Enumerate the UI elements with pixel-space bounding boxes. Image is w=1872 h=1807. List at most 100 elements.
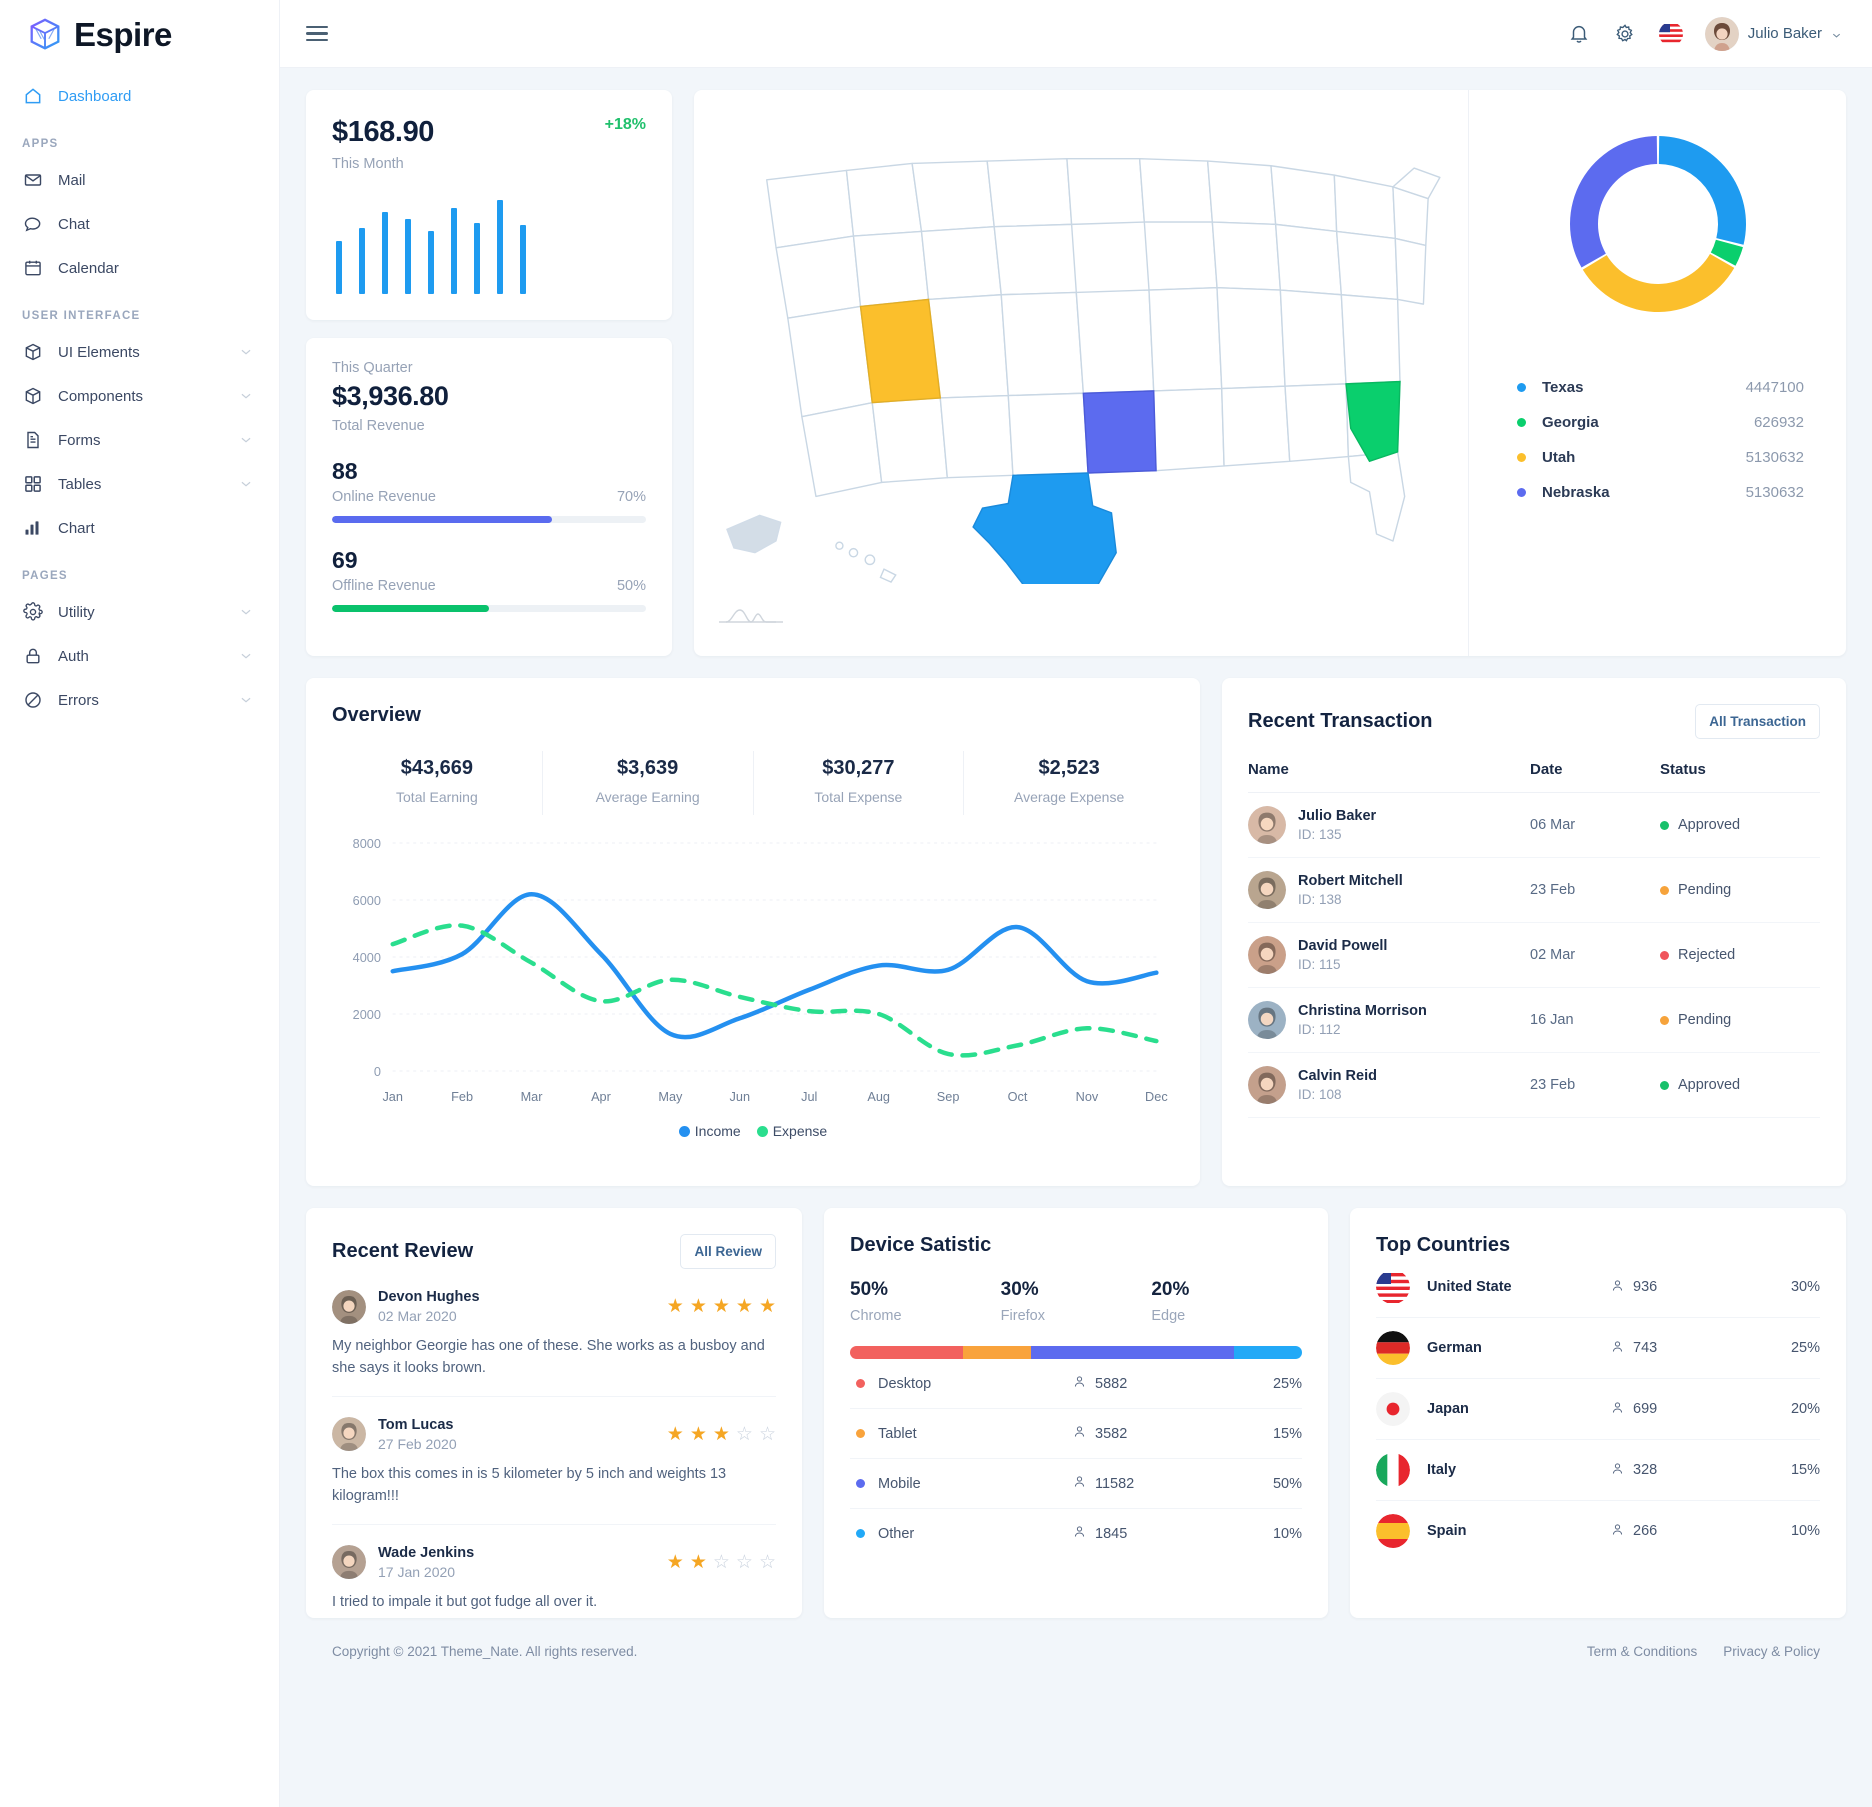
map-state-texas[interactable] bbox=[972, 472, 1117, 584]
browser-pct: 20% bbox=[1151, 1279, 1190, 1300]
status-dot bbox=[1660, 885, 1669, 895]
stack-segment bbox=[1030, 1346, 1235, 1359]
privacy-link[interactable]: Privacy & Policy bbox=[1723, 1644, 1820, 1659]
brand[interactable]: Espire bbox=[0, 0, 279, 68]
hamburger-icon[interactable] bbox=[306, 25, 328, 42]
transaction-rows: Julio Baker ID: 135 06 Mar Approved Robe… bbox=[1248, 793, 1820, 1118]
recent-review-card: Recent Review All Review Devon Hughes 02… bbox=[306, 1208, 802, 1618]
donut-slice-nebraska[interactable] bbox=[1569, 136, 1657, 268]
sidebar-item-utility[interactable]: Utility bbox=[0, 590, 279, 634]
sidebar-item-label: Components bbox=[58, 387, 144, 405]
sidebar-item-chat[interactable]: Chat bbox=[0, 202, 279, 246]
chart-legend-item[interactable]: Income bbox=[678, 1123, 741, 1139]
sidebar-item-label: Tables bbox=[58, 475, 102, 493]
table-row[interactable]: David Powell ID: 115 02 Mar Rejected bbox=[1248, 923, 1820, 988]
count-value: 1845 bbox=[1095, 1525, 1128, 1542]
count-value: 5882 bbox=[1095, 1375, 1128, 1392]
line-chart-svg[interactable]: 0 2000 4000 6000 8000 Jan Feb Mar Apr May Jun Jul Au… bbox=[332, 829, 1174, 1119]
mini-bar bbox=[405, 218, 411, 294]
person-icon bbox=[1610, 1522, 1625, 1541]
user-menu[interactable]: Julio Baker bbox=[1704, 16, 1842, 51]
count-value: 328 bbox=[1633, 1462, 1658, 1478]
state-distribution-chart: Texas 4447100 Georgia 626932 Utah 513063… bbox=[1468, 90, 1846, 656]
mini-bar bbox=[451, 208, 457, 294]
star-icon: ★ bbox=[666, 1551, 684, 1573]
status-label: Approved bbox=[1678, 817, 1741, 833]
count-value: 743 bbox=[1633, 1340, 1658, 1356]
document-icon bbox=[22, 429, 44, 451]
status-badge: Rejected bbox=[1660, 947, 1820, 963]
person-id: ID: 135 bbox=[1298, 827, 1342, 842]
donut-slice-texas[interactable] bbox=[1658, 136, 1746, 245]
sidebar-item-auth[interactable]: Auth bbox=[0, 634, 279, 678]
device-label: Other bbox=[850, 1526, 1072, 1542]
ban-icon bbox=[22, 689, 44, 711]
table-row[interactable]: Calvin Reid ID: 108 23 Feb Approved bbox=[1248, 1053, 1820, 1118]
table-row[interactable]: Julio Baker ID: 135 06 Mar Approved bbox=[1248, 793, 1820, 858]
gear-icon[interactable] bbox=[1613, 22, 1637, 46]
overview-stats: $43,669 Total Earning $3,639 Average Ear… bbox=[332, 751, 1174, 815]
star-rating[interactable]: ★ ★ ★ ☆ ☆ bbox=[667, 1425, 776, 1444]
status-dot bbox=[1660, 1015, 1669, 1025]
x-axis-tick: Dec bbox=[1145, 1089, 1168, 1104]
sidebar-item-label: Errors bbox=[58, 691, 99, 709]
device-count: 1845 bbox=[1072, 1524, 1212, 1543]
legend-row: Nebraska 5130632 bbox=[1517, 475, 1804, 510]
star-icon: ★ bbox=[689, 1551, 707, 1573]
chart-legend-item[interactable]: Expense bbox=[756, 1123, 827, 1139]
usa-map-svg[interactable] bbox=[694, 104, 1468, 584]
sidebar-item-mail[interactable]: Mail bbox=[0, 158, 279, 202]
legend-value: 5130632 bbox=[1745, 449, 1804, 466]
map-state-nebraska[interactable] bbox=[1082, 390, 1157, 474]
us-flag-icon[interactable] bbox=[1658, 21, 1683, 46]
chevron-down-icon bbox=[239, 693, 253, 707]
country-name: German bbox=[1427, 1340, 1482, 1356]
stat-label: Total Earning bbox=[396, 789, 478, 805]
person-icon bbox=[1072, 1424, 1087, 1443]
table-row[interactable]: Christina Morrison ID: 112 16 Jan Pendin… bbox=[1248, 988, 1820, 1053]
device-dot bbox=[856, 1479, 865, 1488]
table-row[interactable]: Robert Mitchell ID: 138 23 Feb Pending bbox=[1248, 858, 1820, 923]
calendar-icon bbox=[22, 257, 44, 279]
list-item: Japan 699 20% bbox=[1376, 1379, 1820, 1440]
sidebar-item-forms[interactable]: Forms bbox=[0, 418, 279, 462]
all-review-button[interactable]: All Review bbox=[680, 1234, 776, 1269]
sidebar-item-chart[interactable]: Chart bbox=[0, 506, 279, 550]
browser-name: Chrome bbox=[850, 1308, 902, 1324]
country-percent: 20% bbox=[1790, 1401, 1820, 1417]
person-name: Calvin Reid bbox=[1298, 1068, 1377, 1084]
device-dot bbox=[856, 1529, 865, 1538]
sidebar-item-label: Mail bbox=[58, 171, 86, 189]
overview-title: Overview bbox=[332, 704, 421, 726]
browser-stat: 50% Chrome bbox=[850, 1279, 1001, 1324]
device-count: 11582 bbox=[1072, 1474, 1212, 1493]
person-icon bbox=[1610, 1339, 1625, 1358]
month-amount: $168.90 bbox=[332, 116, 435, 148]
review-meta: Devon Hughes 02 Mar 2020 bbox=[378, 1289, 480, 1324]
bell-icon[interactable] bbox=[1567, 22, 1591, 46]
map-state-utah[interactable] bbox=[859, 298, 942, 404]
sidebar-item-ui-elements[interactable]: UI Elements bbox=[0, 330, 279, 374]
all-transaction-button[interactable]: All Transaction bbox=[1695, 704, 1820, 739]
donut-chart[interactable] bbox=[1558, 124, 1758, 324]
online-revenue-metric: 88 Online Revenue 70% bbox=[332, 458, 646, 523]
y-axis-tick: 8000 bbox=[353, 836, 381, 851]
stat-value: $43,669 bbox=[400, 757, 474, 779]
sidebar-item-tables[interactable]: Tables bbox=[0, 462, 279, 506]
usa-map[interactable] bbox=[694, 90, 1468, 656]
person-id: ID: 108 bbox=[1298, 1087, 1342, 1102]
sidebar-item-components[interactable]: Components bbox=[0, 374, 279, 418]
sidebar-item-errors[interactable]: Errors bbox=[0, 678, 279, 722]
donut-slice-utah[interactable] bbox=[1582, 253, 1734, 312]
star-rating[interactable]: ★ ★ ☆ ☆ ☆ bbox=[667, 1553, 776, 1572]
star-rating[interactable]: ★ ★ ★ ★ ★ bbox=[667, 1297, 776, 1316]
count-value: 3582 bbox=[1095, 1425, 1128, 1442]
chevron-down-icon bbox=[239, 649, 253, 663]
sidebar-item-dashboard[interactable]: Dashboard bbox=[0, 74, 279, 118]
overview-stat: $2,523 Average Expense bbox=[964, 751, 1174, 815]
sidebar-item-calendar[interactable]: Calendar bbox=[0, 246, 279, 290]
income-expense-line-chart[interactable]: 0 2000 4000 6000 8000 Jan Feb Mar Apr May Jun Jul Au… bbox=[332, 829, 1174, 1119]
month-card-text: $168.90 This Month bbox=[332, 116, 434, 172]
mini-bar bbox=[497, 200, 503, 294]
terms-link[interactable]: Term & Conditions bbox=[1587, 1644, 1697, 1659]
